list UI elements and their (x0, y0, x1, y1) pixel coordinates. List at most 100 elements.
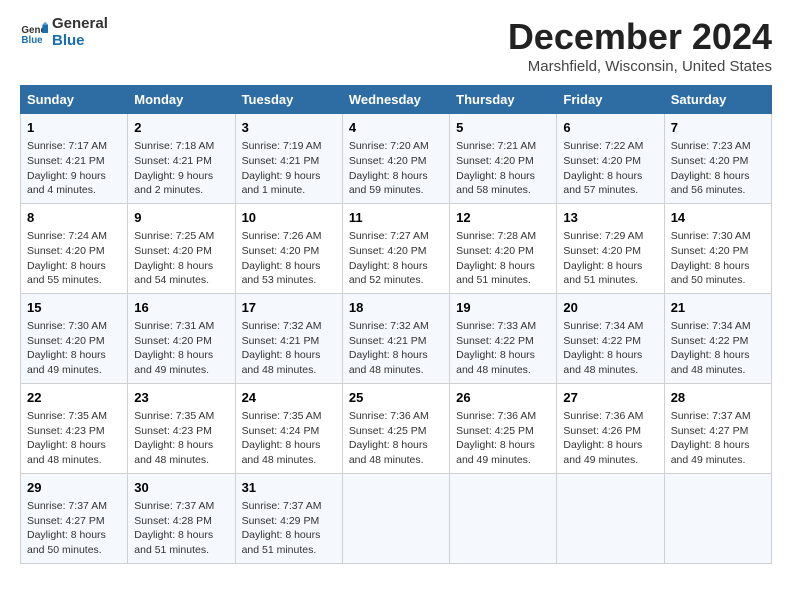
day-number: 27 (563, 389, 657, 407)
calendar-cell: 11 Sunrise: 7:27 AM Sunset: 4:20 PM Dayli… (342, 203, 449, 293)
day-number: 22 (27, 389, 121, 407)
calendar-cell: 29 Sunrise: 7:37 AM Sunset: 4:27 PM Dayli… (21, 473, 128, 563)
day-number: 9 (134, 209, 228, 227)
day-detail: Sunrise: 7:27 AM Sunset: 4:20 PM Dayligh… (349, 229, 443, 288)
weekday-header-monday: Monday (128, 86, 235, 114)
calendar-cell: 5 Sunrise: 7:21 AM Sunset: 4:20 PM Daylig… (450, 114, 557, 204)
calendar-cell: 19 Sunrise: 7:33 AM Sunset: 4:22 PM Dayli… (450, 293, 557, 383)
calendar-table: SundayMondayTuesdayWednesdayThursdayFrid… (20, 85, 772, 564)
calendar-cell: 24 Sunrise: 7:35 AM Sunset: 4:24 PM Dayli… (235, 383, 342, 473)
calendar-cell: 12Sunrise: 7:28 AM Sunset: 4:20 PM Dayli… (450, 203, 557, 293)
day-number: 18 (349, 299, 443, 317)
calendar-cell (450, 473, 557, 563)
day-detail: Sunrise: 7:30 AM Sunset: 4:20 PM Dayligh… (27, 319, 121, 378)
logo-icon: General Blue (20, 19, 48, 47)
calendar-cell: 2 Sunrise: 7:18 AM Sunset: 4:21 PM Daylig… (128, 114, 235, 204)
day-detail: Sunrise: 7:37 AM Sunset: 4:29 PM Dayligh… (242, 499, 336, 558)
day-number: 2 (134, 119, 228, 137)
day-number: 5 (456, 119, 550, 137)
calendar-cell: 14 Sunrise: 7:30 AM Sunset: 4:20 PM Dayli… (664, 203, 771, 293)
calendar-cell (664, 473, 771, 563)
day-number: 10 (242, 209, 336, 227)
calendar-cell: 23Sunrise: 7:35 AM Sunset: 4:23 PM Dayli… (128, 383, 235, 473)
day-detail: Sunrise: 7:25 AM Sunset: 4:20 PM Dayligh… (134, 229, 228, 288)
day-detail: Sunrise: 7:21 AM Sunset: 4:20 PM Dayligh… (456, 139, 550, 198)
day-detail: Sunrise: 7:35 AM Sunset: 4:24 PM Dayligh… (242, 409, 336, 468)
day-detail: Sunrise: 7:37 AM Sunset: 4:27 PM Dayligh… (27, 499, 121, 558)
calendar-cell: 21 Sunrise: 7:34 AM Sunset: 4:22 PM Dayli… (664, 293, 771, 383)
day-detail: Sunrise: 7:36 AM Sunset: 4:26 PM Dayligh… (563, 409, 657, 468)
calendar-cell (342, 473, 449, 563)
logo: General Blue General Blue (20, 16, 108, 49)
day-number: 26 (456, 389, 550, 407)
day-detail: Sunrise: 7:18 AM Sunset: 4:21 PM Dayligh… (134, 139, 228, 198)
day-number: 19 (456, 299, 550, 317)
day-detail: Sunrise: 7:36 AM Sunset: 4:25 PM Dayligh… (456, 409, 550, 468)
day-number: 7 (671, 119, 765, 137)
day-number: 29 (27, 479, 121, 497)
day-detail: Sunrise: 7:23 AM Sunset: 4:20 PM Dayligh… (671, 139, 765, 198)
calendar-cell: 9 Sunrise: 7:25 AM Sunset: 4:20 PM Daylig… (128, 203, 235, 293)
day-number: 20 (563, 299, 657, 317)
day-number: 13 (563, 209, 657, 227)
logo-blue-text: Blue (52, 33, 108, 50)
calendar-cell: 1 Sunrise: 7:17 AM Sunset: 4:21 PM Daylig… (21, 114, 128, 204)
day-number: 6 (563, 119, 657, 137)
weekday-header-friday: Friday (557, 86, 664, 114)
day-detail: Sunrise: 7:17 AM Sunset: 4:21 PM Dayligh… (27, 139, 121, 198)
calendar-cell: 25Sunrise: 7:36 AM Sunset: 4:25 PM Dayli… (342, 383, 449, 473)
day-number: 3 (242, 119, 336, 137)
logo-general-text: General (52, 16, 108, 33)
calendar-cell: 16 Sunrise: 7:31 AM Sunset: 4:20 PM Dayli… (128, 293, 235, 383)
calendar-week-3: 15 Sunrise: 7:30 AM Sunset: 4:20 PM Dayli… (21, 293, 772, 383)
day-number: 23 (134, 389, 228, 407)
calendar-week-1: 1 Sunrise: 7:17 AM Sunset: 4:21 PM Daylig… (21, 114, 772, 204)
calendar-cell: 3 Sunrise: 7:19 AM Sunset: 4:21 PM Daylig… (235, 114, 342, 204)
day-detail: Sunrise: 7:24 AM Sunset: 4:20 PM Dayligh… (27, 229, 121, 288)
day-number: 1 (27, 119, 121, 137)
calendar-cell: 7 Sunrise: 7:23 AM Sunset: 4:20 PM Daylig… (664, 114, 771, 204)
day-number: 21 (671, 299, 765, 317)
calendar-cell: 31 Sunrise: 7:37 AM Sunset: 4:29 PM Dayli… (235, 473, 342, 563)
day-number: 4 (349, 119, 443, 137)
calendar-cell (557, 473, 664, 563)
calendar-cell: 18 Sunrise: 7:32 AM Sunset: 4:21 PM Dayli… (342, 293, 449, 383)
title-section: December 2024 Marshfield, Wisconsin, Uni… (508, 16, 772, 75)
day-detail: Sunrise: 7:32 AM Sunset: 4:21 PM Dayligh… (349, 319, 443, 378)
calendar-cell: 13Sunrise: 7:29 AM Sunset: 4:20 PM Dayli… (557, 203, 664, 293)
calendar-title: December 2024 (508, 16, 772, 58)
calendar-cell: 10Sunrise: 7:26 AM Sunset: 4:20 PM Dayli… (235, 203, 342, 293)
calendar-body: 1 Sunrise: 7:17 AM Sunset: 4:21 PM Daylig… (21, 114, 772, 564)
day-detail: Sunrise: 7:22 AM Sunset: 4:20 PM Dayligh… (563, 139, 657, 198)
day-detail: Sunrise: 7:32 AM Sunset: 4:21 PM Dayligh… (242, 319, 336, 378)
day-detail: Sunrise: 7:36 AM Sunset: 4:25 PM Dayligh… (349, 409, 443, 468)
day-detail: Sunrise: 7:34 AM Sunset: 4:22 PM Dayligh… (671, 319, 765, 378)
day-number: 14 (671, 209, 765, 227)
calendar-cell: 8 Sunrise: 7:24 AM Sunset: 4:20 PM Daylig… (21, 203, 128, 293)
day-detail: Sunrise: 7:19 AM Sunset: 4:21 PM Dayligh… (242, 139, 336, 198)
page-header: General Blue General Blue December 2024 … (20, 16, 772, 75)
day-detail: Sunrise: 7:37 AM Sunset: 4:28 PM Dayligh… (134, 499, 228, 558)
weekday-header-row: SundayMondayTuesdayWednesdayThursdayFrid… (21, 86, 772, 114)
calendar-cell: 20 Sunrise: 7:34 AM Sunset: 4:22 PM Dayli… (557, 293, 664, 383)
day-detail: Sunrise: 7:37 AM Sunset: 4:27 PM Dayligh… (671, 409, 765, 468)
calendar-week-2: 8 Sunrise: 7:24 AM Sunset: 4:20 PM Daylig… (21, 203, 772, 293)
day-detail: Sunrise: 7:34 AM Sunset: 4:22 PM Dayligh… (563, 319, 657, 378)
day-number: 28 (671, 389, 765, 407)
weekday-header-saturday: Saturday (664, 86, 771, 114)
calendar-week-5: 29 Sunrise: 7:37 AM Sunset: 4:27 PM Dayli… (21, 473, 772, 563)
calendar-cell: 26 Sunrise: 7:36 AM Sunset: 4:25 PM Dayli… (450, 383, 557, 473)
calendar-cell: 4Sunrise: 7:20 AM Sunset: 4:20 PM Daylig… (342, 114, 449, 204)
day-number: 15 (27, 299, 121, 317)
day-detail: Sunrise: 7:33 AM Sunset: 4:22 PM Dayligh… (456, 319, 550, 378)
day-detail: Sunrise: 7:31 AM Sunset: 4:20 PM Dayligh… (134, 319, 228, 378)
day-detail: Sunrise: 7:30 AM Sunset: 4:20 PM Dayligh… (671, 229, 765, 288)
calendar-cell: 6 Sunrise: 7:22 AM Sunset: 4:20 PM Daylig… (557, 114, 664, 204)
weekday-header-wednesday: Wednesday (342, 86, 449, 114)
day-number: 11 (349, 209, 443, 227)
day-number: 8 (27, 209, 121, 227)
day-number: 16 (134, 299, 228, 317)
calendar-cell: 17Sunrise: 7:32 AM Sunset: 4:21 PM Dayli… (235, 293, 342, 383)
day-number: 31 (242, 479, 336, 497)
day-number: 24 (242, 389, 336, 407)
